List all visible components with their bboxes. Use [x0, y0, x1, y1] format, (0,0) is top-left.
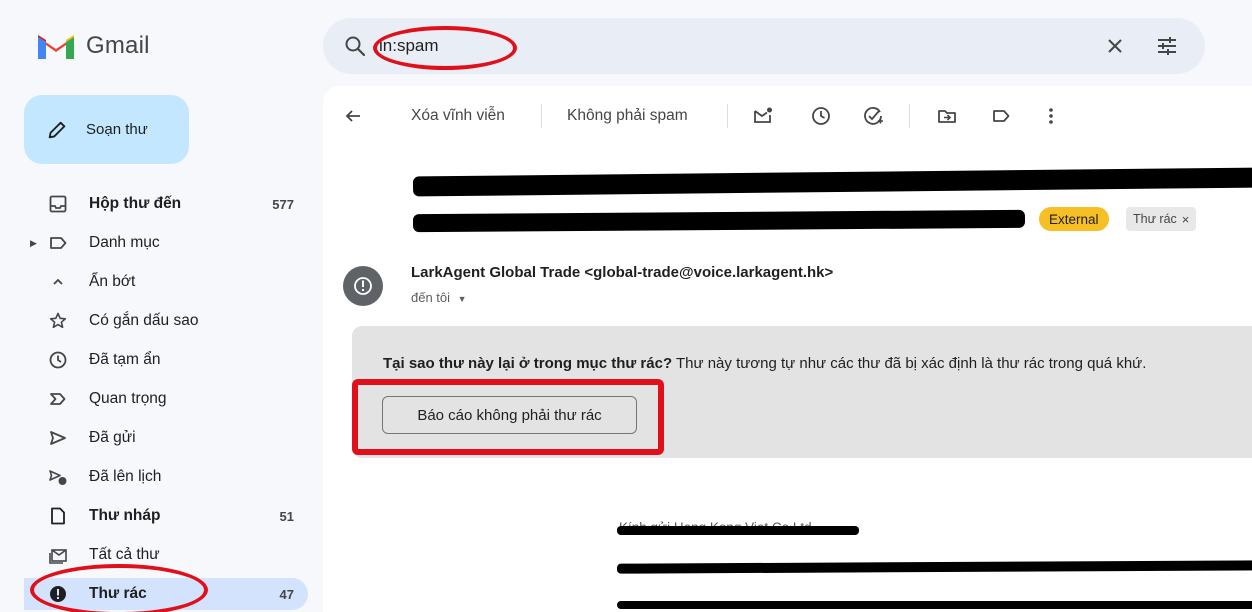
gmail-m-icon — [38, 35, 74, 59]
sidebar-item-snoozed[interactable]: Đã tạm ẩn — [0, 344, 308, 376]
toolbar-divider — [541, 104, 542, 128]
gmail-wordmark: Gmail — [86, 32, 150, 59]
search-options-icon[interactable] — [1155, 34, 1179, 58]
sidebar-item-label: Thư nháp — [89, 507, 161, 524]
sidebar-item-drafts[interactable]: Thư nháp 51 — [0, 500, 308, 532]
draft-icon — [48, 506, 68, 526]
sender-name[interactable]: LarkAgent Global Trade <global-trade@voi… — [411, 264, 833, 281]
unread-count: 577 — [272, 196, 294, 212]
recipient-text: đến tôi — [411, 290, 451, 305]
more-options-icon[interactable] — [1039, 104, 1063, 128]
sidebar-item-label: Danh mục — [89, 234, 160, 251]
sidebar-item-scheduled[interactable]: Đã lên lịch — [0, 461, 308, 493]
spam-warning-question: Tại sao thư này lại ở trong mục thư rác? — [383, 355, 673, 372]
redacted-subject-line-2 — [412, 209, 1026, 233]
sidebar-item-label: Tất cả thư — [89, 546, 160, 563]
star-icon — [48, 311, 68, 331]
message-toolbar: Xóa vĩnh viễn Không phải spam — [323, 86, 1252, 146]
redaction-bar — [617, 526, 859, 535]
toolbar-divider — [727, 104, 728, 128]
sidebar-item-label: Có gắn dấu sao — [89, 312, 199, 329]
scheduled-send-icon — [48, 467, 68, 487]
pencil-icon — [48, 121, 66, 138]
label-as-icon[interactable] — [989, 104, 1013, 128]
annotation-circle-search — [373, 26, 517, 70]
clear-search-icon[interactable] — [1103, 34, 1127, 58]
sidebar-item-label: Đã gửi — [89, 429, 136, 446]
clock-icon — [48, 350, 68, 370]
delete-forever-button[interactable]: Xóa vĩnh viễn — [411, 102, 505, 130]
redaction-bar — [617, 601, 1252, 609]
spam-warning-text: Tại sao thư này lại ở trong mục thư rác?… — [383, 355, 1146, 372]
all-mail-icon — [48, 545, 68, 565]
sidebar-item-label: Ẩn bớt — [89, 273, 136, 290]
toolbar-divider — [909, 104, 910, 128]
compose-button[interactable]: Soạn thư — [24, 95, 189, 164]
message-view: Xóa vĩnh viễn Không phải spam External T… — [323, 86, 1252, 612]
spam-label-chip: Thư rác × — [1126, 207, 1197, 231]
add-task-icon[interactable] — [861, 104, 885, 128]
move-to-icon[interactable] — [935, 104, 959, 128]
sidebar-item-label: Đã tạm ẩn — [89, 351, 161, 368]
compose-label: Soạn thư — [86, 121, 148, 138]
spam-label-text: Thư rác — [1133, 212, 1177, 226]
draft-count: 51 — [279, 508, 294, 524]
search-icon[interactable] — [343, 34, 367, 58]
redaction-bar — [616, 560, 1252, 574]
sidebar-item-label: Quan trọng — [89, 390, 167, 407]
sidebar-item-sent[interactable]: Đã gửi — [0, 422, 308, 454]
not-spam-button[interactable]: Không phải spam — [567, 102, 688, 130]
avatar[interactable] — [343, 266, 383, 306]
chevron-down-icon: ▼ — [457, 294, 467, 304]
sidebar-item-show-less[interactable]: Ẩn bớt — [0, 266, 308, 298]
mark-unread-icon[interactable] — [751, 104, 775, 128]
inbox-icon — [48, 194, 68, 214]
gmail-logo[interactable]: Gmail — [36, 28, 150, 64]
remove-label-icon[interactable]: × — [1182, 212, 1190, 227]
snooze-icon[interactable] — [809, 104, 833, 128]
sender-avatar-icon — [354, 277, 372, 295]
external-label: External — [1039, 207, 1109, 231]
redacted-subject-line-1 — [412, 167, 1252, 197]
label-icon — [48, 233, 68, 253]
send-icon — [48, 428, 68, 448]
expand-arrow-icon[interactable]: ▶ — [30, 238, 37, 249]
spam-warning-explanation: Thư này tương tự như các thư đã bị xác đ… — [672, 355, 1147, 372]
back-arrow-icon[interactable] — [341, 104, 365, 128]
sidebar-item-inbox[interactable]: Hộp thư đến 577 — [0, 188, 308, 220]
spam-count: 47 — [279, 586, 294, 602]
sidebar-item-important[interactable]: Quan trọng — [0, 383, 308, 415]
sidebar-item-starred[interactable]: Có gắn dấu sao — [0, 305, 308, 337]
annotation-box-report-button — [352, 379, 664, 455]
sidebar-item-label: Đã lên lịch — [89, 468, 162, 485]
important-icon — [48, 389, 68, 409]
chevron-up-icon — [48, 272, 68, 292]
sidebar-item-label: Hộp thư đến — [89, 195, 182, 212]
annotation-circle-spam — [30, 564, 208, 612]
sidebar-item-categories[interactable]: ▶ Danh mục — [0, 227, 308, 259]
recipient-dropdown[interactable]: đến tôi ▼ — [411, 290, 467, 305]
